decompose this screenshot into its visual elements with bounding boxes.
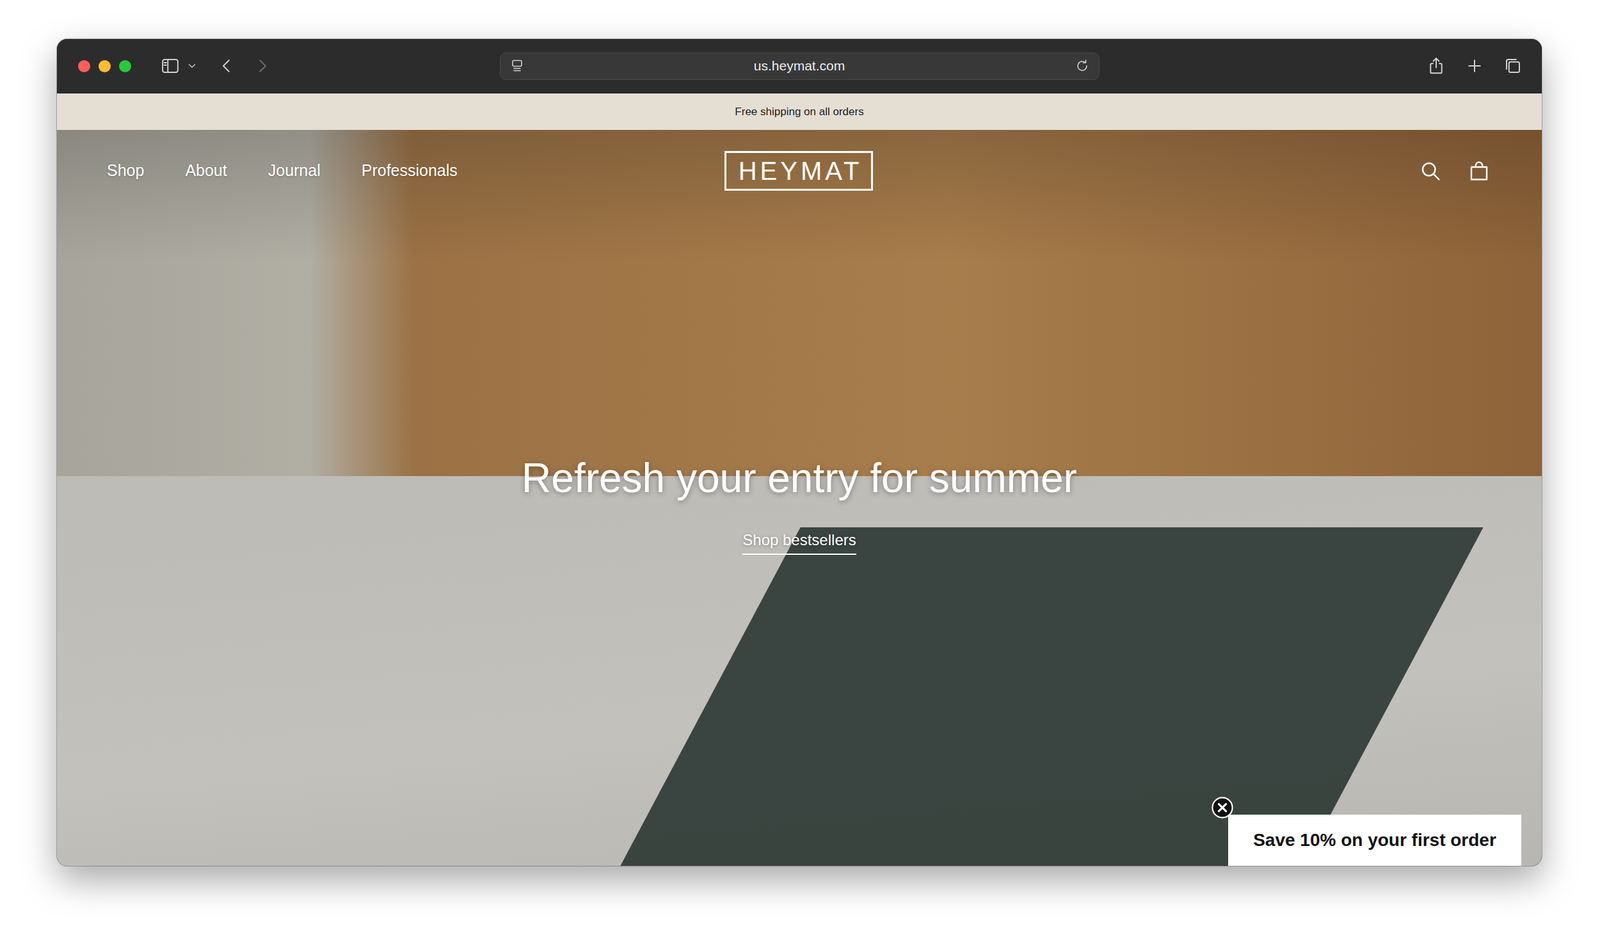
hero-headline: Refresh your entry for summer (521, 453, 1078, 504)
browser-window: us.heymat.com Free shipping on all orders… (56, 39, 1542, 866)
nav-link[interactable]: About (184, 158, 227, 184)
new-tab-icon[interactable] (1464, 56, 1485, 76)
hero-section: Shop About Journal Professionals HEYMAT Refre… (56, 129, 1542, 866)
close-icon[interactable] (1211, 796, 1234, 819)
toolbar-left (56, 56, 500, 76)
share-icon[interactable] (1426, 56, 1446, 76)
header-actions (872, 159, 1491, 183)
url-text[interactable]: us.heymat.com (524, 55, 1075, 77)
search-icon[interactable] (1418, 159, 1442, 183)
announcement-bar: Free shipping on all orders (56, 93, 1542, 130)
site-settings-icon[interactable] (509, 58, 525, 74)
tabs-overview-icon[interactable] (1503, 56, 1523, 76)
announcement-text: Free shipping on all orders (734, 103, 864, 121)
close-button[interactable] (78, 60, 91, 73)
discount-popup[interactable]: Save 10% on your first order (1228, 814, 1522, 866)
shop-bestsellers-link[interactable]: Shop bestsellers (742, 528, 856, 555)
main-nav: Shop About Journal Professionals (106, 158, 725, 184)
zoom-button[interactable] (119, 60, 132, 73)
browser-toolbar: us.heymat.com (56, 39, 1542, 94)
reload-icon[interactable] (1074, 58, 1090, 74)
site-header: Shop About Journal Professionals HEYMAT (56, 129, 1542, 191)
toolbar-right (1099, 56, 1543, 76)
address-bar[interactable]: us.heymat.com (499, 52, 1100, 80)
site-logo[interactable]: HEYMAT (724, 151, 874, 191)
sidebar-icon[interactable] (160, 56, 180, 76)
discount-popup-text[interactable]: Save 10% on your first order (1253, 826, 1497, 854)
nav-link[interactable]: Journal (268, 158, 321, 184)
nav-link[interactable]: Professionals (361, 158, 458, 184)
back-icon[interactable] (216, 56, 237, 76)
minimize-button[interactable] (98, 60, 111, 73)
forward-icon (252, 56, 272, 76)
chevron-down-icon[interactable] (186, 60, 198, 72)
bag-icon[interactable] (1467, 159, 1491, 183)
nav-link[interactable]: Shop (106, 158, 144, 184)
